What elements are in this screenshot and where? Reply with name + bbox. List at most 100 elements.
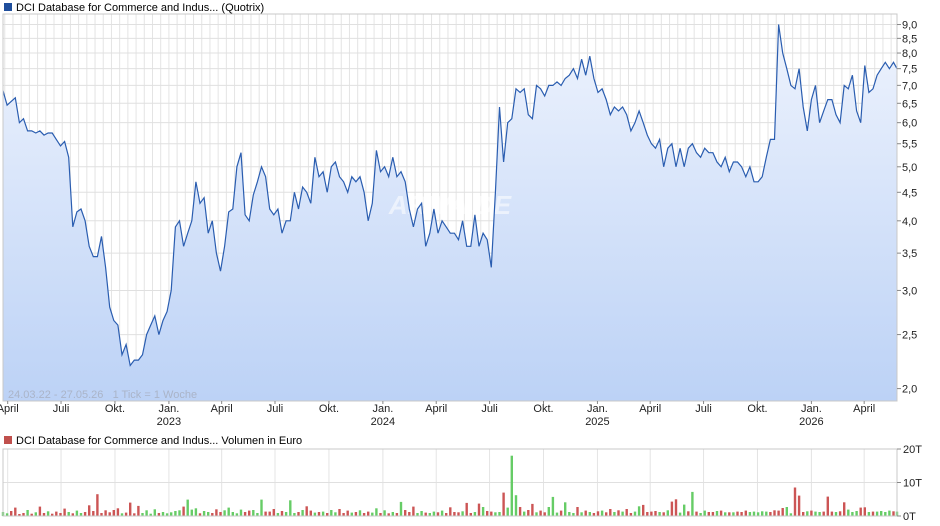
volume-bar	[473, 512, 477, 516]
volume-bar	[334, 512, 337, 516]
volume-bar	[10, 511, 13, 516]
volume-bar	[399, 501, 403, 516]
volume-bar	[38, 506, 42, 516]
y-tick-label: 5,5	[902, 139, 917, 151]
y-tick-label: 6,0	[902, 118, 917, 130]
volume-bar	[859, 507, 862, 516]
volume-bar	[83, 512, 87, 516]
volume-bar	[207, 512, 210, 516]
volume-bar	[646, 512, 649, 516]
vol-y-tick-label: 10T	[903, 478, 922, 490]
volume-bar	[584, 510, 587, 516]
volume-bar	[719, 510, 723, 516]
volume-bar	[867, 512, 871, 516]
volume-bar	[108, 512, 111, 516]
volume-bar	[843, 502, 846, 516]
volume-bar	[182, 506, 185, 516]
volume-bar	[826, 496, 829, 516]
volume-bar	[96, 494, 99, 516]
volume-bar	[404, 510, 407, 516]
volume-bar	[756, 512, 760, 516]
volume-bar	[461, 511, 464, 516]
volume-bar	[543, 512, 546, 516]
volume-bar	[161, 512, 165, 516]
volume-bar	[633, 511, 637, 516]
volume-bar	[683, 504, 686, 516]
chart-canvas: ARIVA.DE 9,08,5 8,0 7,5 7,0 6,5 6,0 5,5 5,0 4,5 4…	[0, 13, 922, 523]
y-tick-label: 7,0	[902, 80, 917, 92]
volume-bar	[55, 511, 58, 516]
volume-bar	[847, 509, 850, 516]
x-month-label: Jan.	[587, 403, 608, 415]
x-month-label: Okt.	[105, 403, 125, 415]
volume-bar	[367, 511, 370, 516]
volume-bar	[440, 510, 444, 516]
x-year-label: 2024	[371, 416, 395, 428]
volume-bar	[588, 512, 591, 516]
x-month-label: Okt.	[319, 403, 339, 415]
volume-bar	[814, 511, 817, 516]
volume-bar	[568, 512, 571, 516]
volume-bar	[851, 512, 854, 516]
volume-bar	[219, 512, 222, 516]
volume-bar	[531, 503, 534, 516]
volume-bar	[580, 512, 583, 516]
volume-y-axis: 20T 10T 0T	[897, 444, 922, 523]
y-tick-label: 3,0	[902, 285, 917, 297]
volume-bar	[650, 511, 653, 516]
volume-bar	[383, 510, 386, 516]
x-month-label: Juli	[695, 403, 712, 415]
volume-bar	[625, 509, 628, 516]
volume-bar	[424, 512, 427, 516]
volume-bar	[564, 502, 567, 516]
volume-bar	[547, 507, 550, 516]
volume-bar	[338, 509, 341, 516]
y-tick-label: 5,0	[902, 162, 917, 174]
volume-bar	[321, 511, 325, 516]
x-month-label: Jan.	[159, 403, 180, 415]
volume-bar	[748, 512, 752, 516]
volume-bar	[678, 512, 682, 516]
volume-bar	[506, 507, 509, 516]
volume-bar	[313, 512, 317, 516]
volume-bar	[703, 510, 706, 516]
volume-bar	[26, 510, 29, 516]
volume-bar	[555, 512, 559, 516]
x-month-label: Juli	[53, 403, 70, 415]
volume-bar	[104, 510, 107, 516]
volume-bar	[707, 512, 710, 516]
volume-bar	[260, 499, 263, 516]
volume-bar	[527, 510, 530, 516]
volume-bar	[297, 512, 300, 516]
volume-bar	[609, 509, 612, 516]
volume-bar	[855, 511, 858, 516]
y-tick-label: 4,0	[902, 216, 917, 228]
volume-bar	[129, 502, 132, 516]
volume-bar	[687, 511, 690, 516]
y-tick-label: 8,0	[902, 48, 917, 60]
volume-bar	[596, 511, 600, 516]
volume-bar	[502, 492, 505, 516]
volume-bars	[1, 455, 899, 517]
volume-bar	[186, 499, 189, 516]
volume-bar	[662, 512, 665, 516]
volume-bar	[243, 512, 247, 516]
volume-bar	[769, 512, 772, 516]
volume-bar	[317, 512, 321, 516]
date-range-label: 24.03.22 - 27.05.26 1 Tick = 1 Woche	[8, 389, 197, 401]
volume-bar	[112, 510, 115, 516]
x-year-label: 2026	[799, 416, 823, 428]
volume-gridlines	[3, 448, 897, 517]
y-tick-label: 2,0	[902, 384, 917, 396]
volume-bar	[145, 510, 148, 516]
volume-bar	[268, 511, 271, 516]
x-month-label: April	[425, 403, 447, 415]
volume-bar	[514, 495, 518, 516]
volume-bar	[551, 496, 555, 516]
volume-bar	[613, 512, 616, 516]
volume-bar	[231, 512, 234, 516]
volume-bar	[773, 510, 776, 516]
volume-bar	[190, 509, 193, 516]
volume-bar	[124, 512, 128, 516]
volume-bar	[724, 512, 727, 516]
